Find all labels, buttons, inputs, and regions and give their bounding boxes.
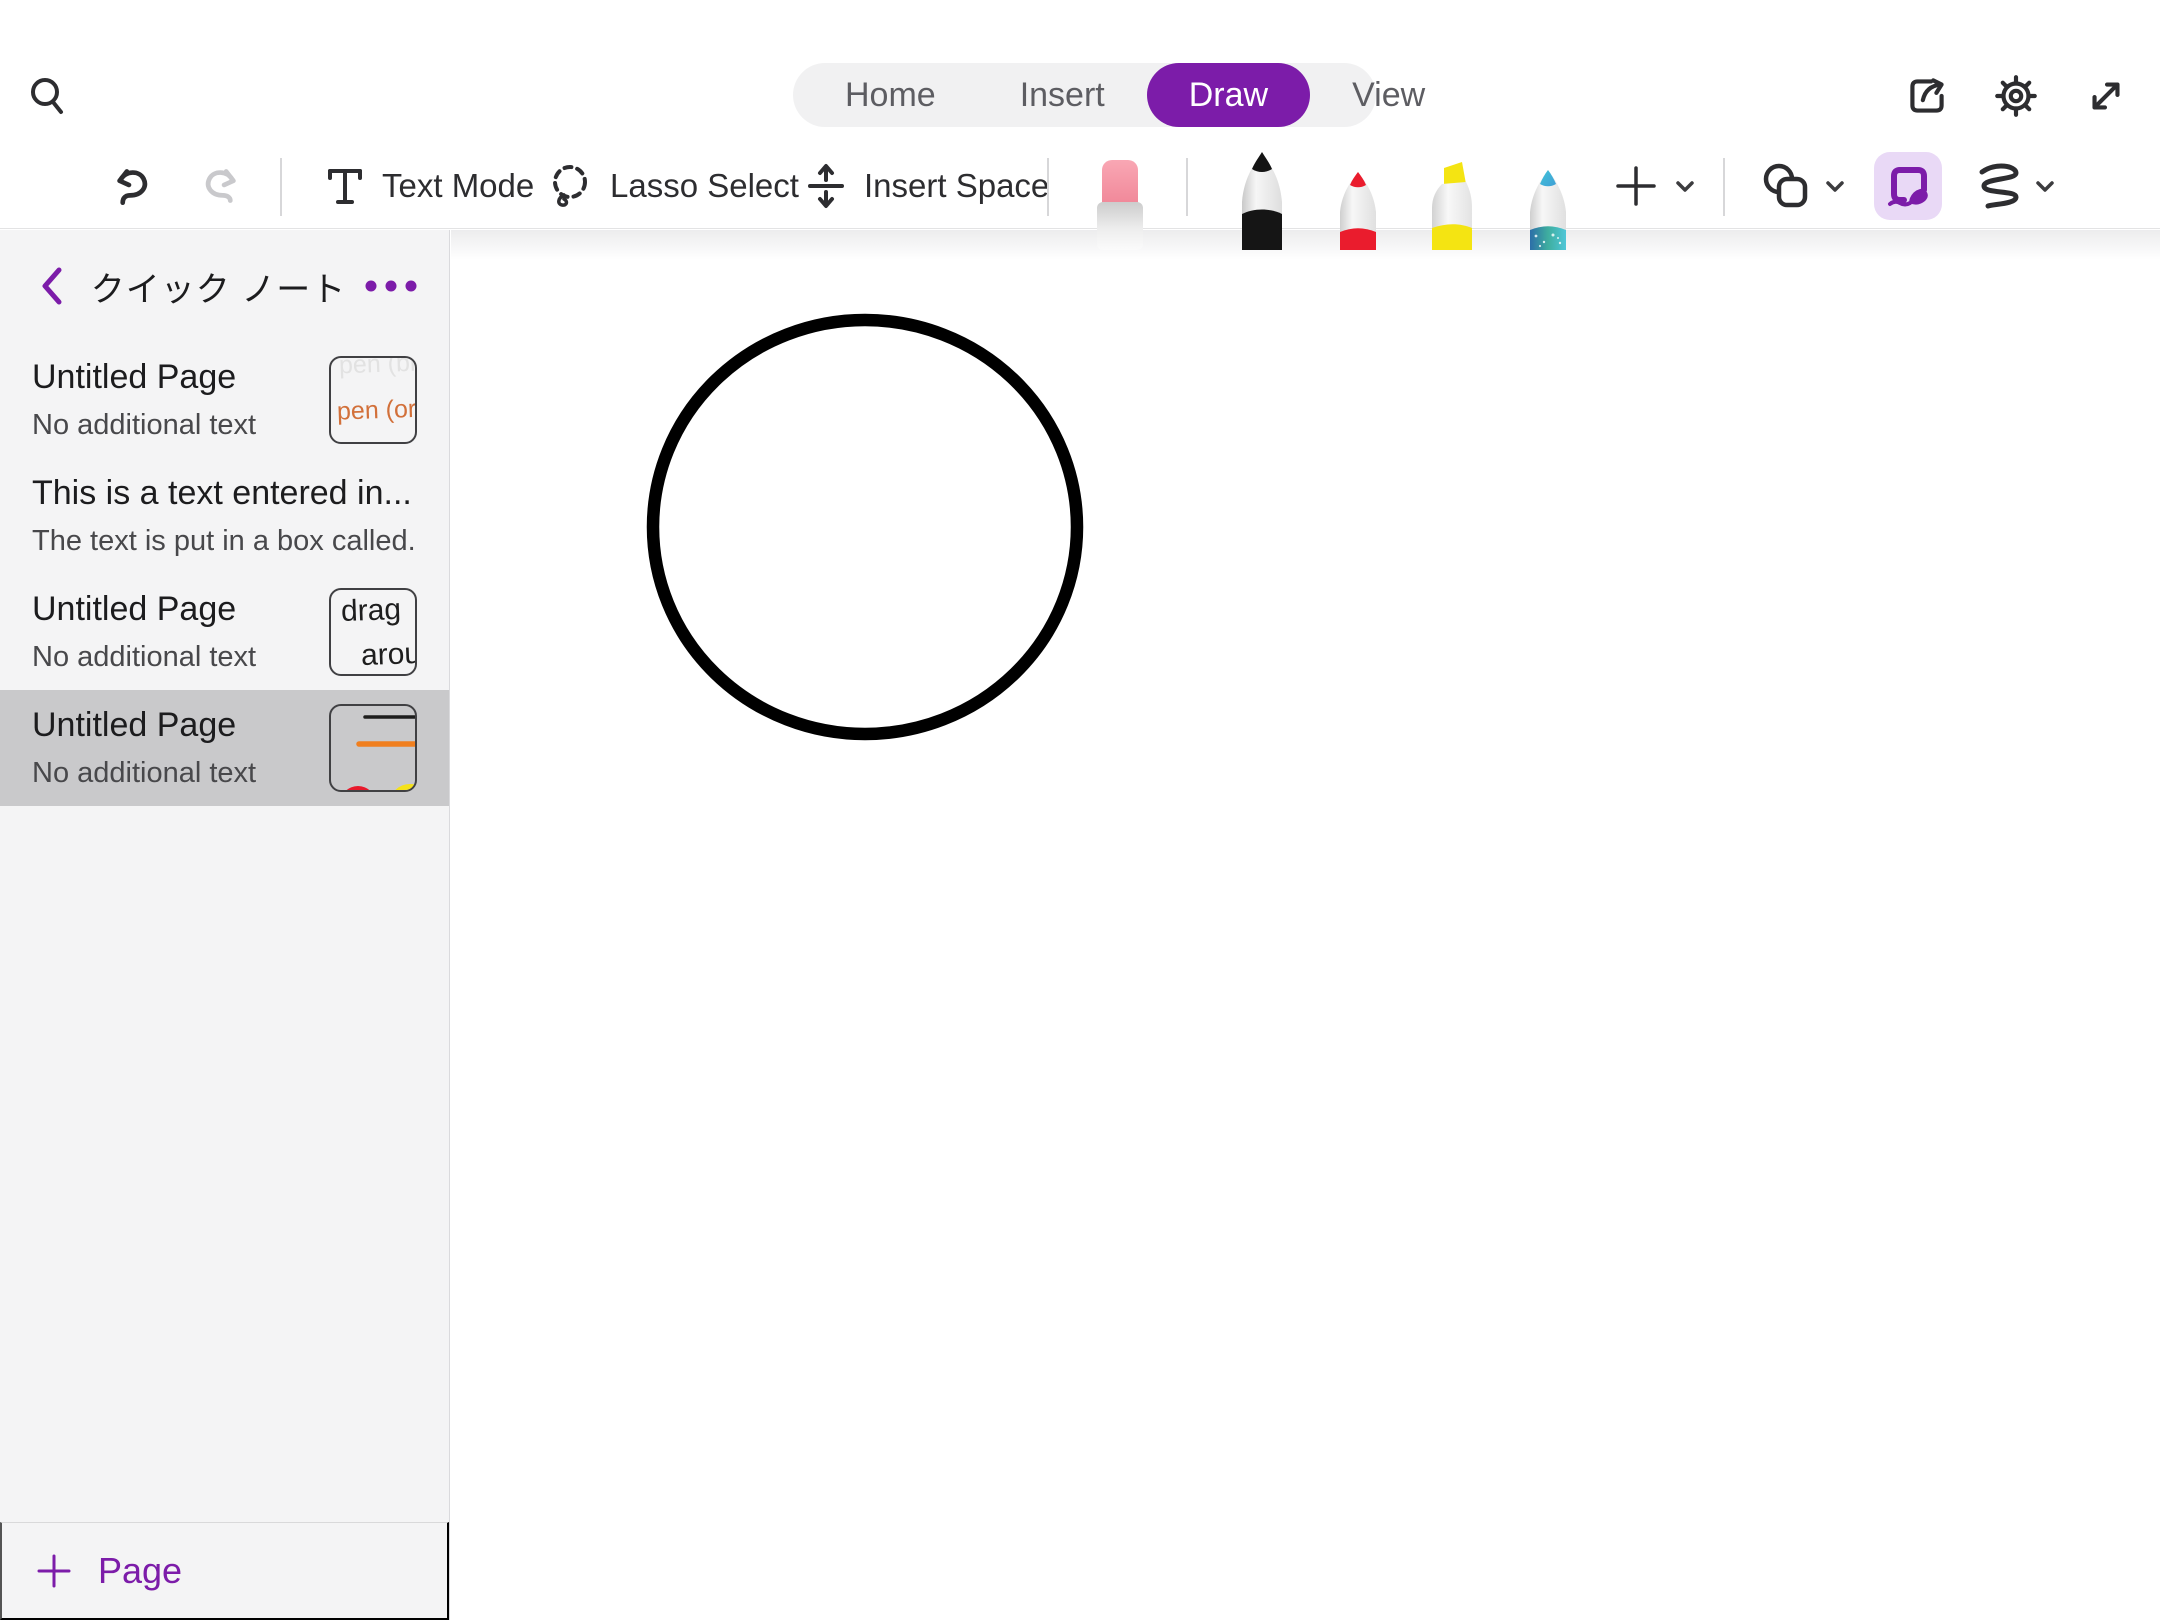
tab-draw[interactable]: Draw [1147, 63, 1310, 127]
fullscreen-expand-icon [2081, 71, 2131, 121]
page-title: This is a text entered in... [32, 474, 417, 513]
add-page-label: Page [98, 1550, 182, 1592]
scribble-icon [1972, 158, 2028, 214]
settings-gear-icon [1991, 71, 2041, 121]
shapes-icon [1758, 158, 1814, 214]
chevron-down-icon [1822, 173, 1848, 199]
page-thumbnail: pen (bl pen (ora [329, 356, 417, 444]
plus-icon [36, 1553, 72, 1589]
ribbon-tabs: Home Insert Draw View [793, 63, 1376, 127]
red-pen-icon [1330, 150, 1386, 250]
red-pen-tool[interactable] [1330, 150, 1386, 250]
eraser-tool[interactable] [1095, 150, 1145, 250]
tab-home[interactable]: Home [803, 63, 978, 127]
add-page-button[interactable]: Page [0, 1522, 449, 1620]
tab-view[interactable]: View [1310, 63, 1467, 127]
page-title: Untitled Page [32, 706, 315, 745]
lasso-select-button[interactable]: Lasso Select [544, 150, 799, 222]
page-subtitle: The text is put in a box called... [32, 525, 417, 558]
share-icon [1902, 71, 1952, 121]
yellow-highlighter-icon [1424, 150, 1482, 250]
ink-shape-icon [1882, 160, 1934, 212]
thumbnail-ink-text: arou [360, 637, 417, 673]
drawn-circle [653, 320, 1077, 734]
tab-insert[interactable]: Insert [978, 63, 1147, 127]
black-pen-tool[interactable] [1234, 150, 1290, 250]
chevron-down-icon [1672, 173, 1698, 199]
notebook-more-button[interactable] [363, 264, 419, 308]
undo-icon [105, 161, 155, 211]
thumbnail-ink-text: drag [340, 593, 401, 629]
text-mode-button[interactable]: Text Mode [322, 150, 534, 222]
lasso-select-label: Lasso Select [610, 167, 799, 205]
insert-space-label: Insert Space [864, 167, 1049, 205]
galaxy-pen-icon [1520, 150, 1576, 250]
search-button[interactable] [25, 73, 71, 119]
plus-icon [1612, 162, 1660, 210]
search-icon [26, 74, 70, 118]
page-thumbnail [329, 704, 417, 792]
chevron-left-icon [35, 264, 69, 308]
text-mode-icon [322, 163, 368, 209]
black-pen-icon [1234, 150, 1290, 250]
ink-shape-tool-button[interactable] [1874, 150, 1942, 222]
fullscreen-button[interactable] [2080, 70, 2132, 122]
thumbnail-ink-text: pen (bl [339, 356, 416, 380]
ellipsis-icon [363, 279, 419, 293]
toolbar-divider [1047, 158, 1049, 216]
galaxy-pen-tool[interactable] [1520, 150, 1576, 250]
add-pen-button[interactable] [1612, 150, 1660, 222]
toolbar-divider [280, 158, 282, 216]
share-button[interactable] [1901, 70, 1953, 122]
page-list-item[interactable]: This is a text entered in... The text is… [0, 458, 449, 574]
page-title: Untitled Page [32, 358, 315, 397]
page-subtitle: No additional text [32, 409, 315, 442]
page-list-item[interactable]: Untitled Page No additional text drag ar… [0, 574, 449, 690]
redo-icon [198, 161, 248, 211]
yellow-highlighter-tool[interactable] [1424, 150, 1482, 250]
page-item-texts: Untitled Page No additional text [32, 358, 315, 442]
redo-button[interactable] [198, 150, 248, 222]
insert-space-button[interactable]: Insert Space [802, 150, 1049, 222]
lasso-select-icon [544, 160, 596, 212]
page-subtitle: No additional text [32, 757, 315, 790]
notebook-title: クイック ノート [74, 262, 363, 311]
canvas-ink-layer [451, 230, 2160, 1620]
toolbar-divider [1186, 158, 1188, 216]
thumbnail-ink-drawing [331, 706, 417, 792]
shapes-dropdown[interactable] [1822, 150, 1848, 222]
active-tool-highlight [1874, 152, 1942, 220]
page-title: Untitled Page [32, 590, 315, 629]
page-sidebar: クイック ノート Untitled Page No additional tex… [0, 230, 450, 1620]
ink-options-dropdown[interactable] [2032, 150, 2058, 222]
page-thumbnail: drag arou [329, 588, 417, 676]
drawing-canvas[interactable] [451, 230, 2160, 1620]
back-button[interactable] [30, 264, 74, 308]
sidebar-header: クイック ノート [0, 230, 449, 342]
insert-space-icon [802, 162, 850, 210]
thumbnail-ink-text: pen (ora [337, 394, 417, 426]
text-mode-label: Text Mode [382, 167, 534, 205]
onenote-window: Home Insert Draw View [0, 0, 2160, 1620]
shapes-button[interactable] [1758, 150, 1814, 222]
page-item-texts: Untitled Page No additional text [32, 590, 315, 674]
page-item-texts: Untitled Page No additional text [32, 706, 315, 790]
toolbar-divider [1723, 158, 1725, 216]
page-list-item-selected[interactable]: Untitled Page No additional text [0, 690, 449, 806]
pen-options-dropdown[interactable] [1672, 150, 1698, 222]
chevron-down-icon [2032, 173, 2058, 199]
eraser-icon [1095, 150, 1145, 250]
ink-scribble-button[interactable] [1972, 150, 2028, 222]
top-toolbar: Home Insert Draw View [0, 0, 2160, 229]
settings-button[interactable] [1990, 70, 2042, 122]
page-subtitle: No additional text [32, 641, 315, 674]
page-item-texts: This is a text entered in... The text is… [32, 474, 417, 558]
undo-button[interactable] [105, 150, 155, 222]
page-list-item[interactable]: Untitled Page No additional text pen (bl… [0, 342, 449, 458]
